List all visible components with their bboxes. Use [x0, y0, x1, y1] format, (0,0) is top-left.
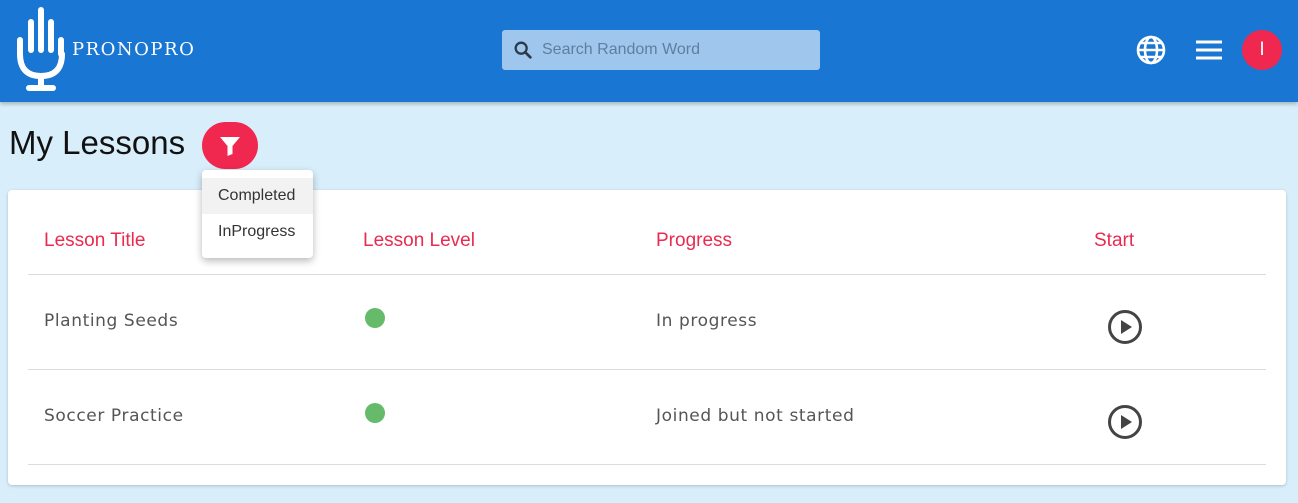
header-lesson-title[interactable]: Lesson Title: [44, 230, 145, 252]
page-title: My Lessons: [9, 124, 186, 161]
app-bar: PRONOPRO I: [0, 0, 1298, 102]
hamburger-menu-icon: [1196, 40, 1222, 60]
row-1-title: Planting Seeds: [44, 311, 179, 331]
play-circle-icon: [1108, 310, 1142, 344]
search-input[interactable]: [542, 41, 812, 59]
row-divider: [28, 369, 1266, 370]
row-1-progress: In progress: [656, 311, 758, 331]
menu-button[interactable]: [1193, 35, 1225, 65]
filter-icon: [220, 136, 240, 156]
search-bar: [502, 30, 820, 70]
header-progress[interactable]: Progress: [656, 230, 732, 252]
row-2-progress: Joined but not started: [656, 406, 855, 426]
app-logo[interactable]: PRONOPRO: [14, 6, 195, 92]
row-2-level-dot: [365, 403, 385, 423]
row-1-start-button[interactable]: [1107, 309, 1143, 345]
search-icon: [514, 41, 532, 59]
row-2-title: Soccer Practice: [44, 406, 184, 426]
microphone-hand-logo-icon: [17, 7, 65, 91]
app-name: PRONOPRO: [72, 38, 196, 60]
filter-option-inprogress[interactable]: InProgress: [202, 214, 313, 250]
row-2-start-button[interactable]: [1107, 404, 1143, 440]
user-avatar[interactable]: I: [1242, 30, 1282, 70]
play-circle-icon: [1108, 405, 1142, 439]
header-divider: [28, 274, 1266, 275]
header-start[interactable]: Start: [1094, 230, 1134, 252]
language-button[interactable]: [1134, 33, 1168, 67]
row-divider: [28, 464, 1266, 465]
filter-dropdown-menu: Completed InProgress: [202, 170, 313, 258]
header-lesson-level[interactable]: Lesson Level: [363, 230, 475, 252]
globe-icon: [1136, 35, 1166, 65]
filter-button[interactable]: [202, 122, 258, 169]
filter-option-completed[interactable]: Completed: [202, 178, 313, 214]
row-1-level-dot: [365, 308, 385, 328]
